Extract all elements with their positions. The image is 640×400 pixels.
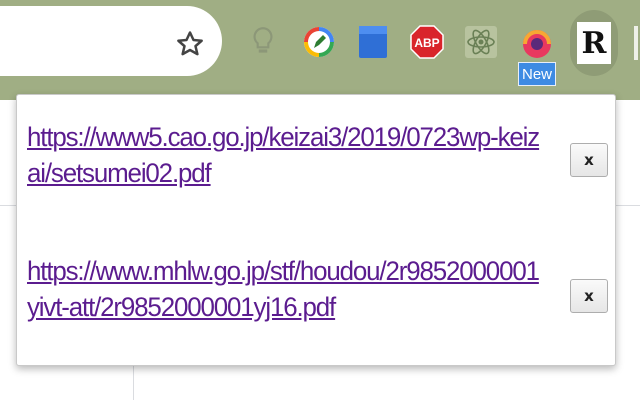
pdf-link[interactable]: https://www.mhlw.go.jp/stf/houdou/2r9852… — [27, 253, 545, 325]
remove-item-button[interactable]: x — [570, 143, 608, 177]
list-item: https://www5.cao.go.jp/keizai3/2019/0723… — [27, 119, 587, 191]
remove-item-button[interactable]: x — [570, 279, 608, 313]
page-column-divider — [133, 360, 134, 400]
lightbulb-icon[interactable] — [246, 22, 280, 62]
gauge-icon[interactable] — [520, 22, 554, 62]
profile-letter: R — [577, 22, 611, 64]
browser-toolbar: ABP New R — [0, 0, 640, 100]
abp-label: ABP — [414, 36, 439, 50]
new-badge: New — [518, 62, 556, 86]
clock-pencil-icon[interactable] — [302, 22, 336, 62]
star-icon[interactable] — [172, 26, 208, 62]
extension-popup: https://www5.cao.go.jp/keizai3/2019/0723… — [16, 94, 616, 366]
list-item: https://www.mhlw.go.jp/stf/houdou/2r9852… — [27, 253, 587, 325]
adblock-plus-icon[interactable]: ABP — [410, 22, 444, 62]
react-icon[interactable] — [464, 22, 498, 62]
toolbar-edge — [634, 26, 638, 60]
profile-avatar[interactable]: R — [570, 10, 618, 76]
folder-icon[interactable] — [356, 22, 390, 62]
pdf-link[interactable]: https://www5.cao.go.jp/keizai3/2019/0723… — [27, 119, 545, 191]
